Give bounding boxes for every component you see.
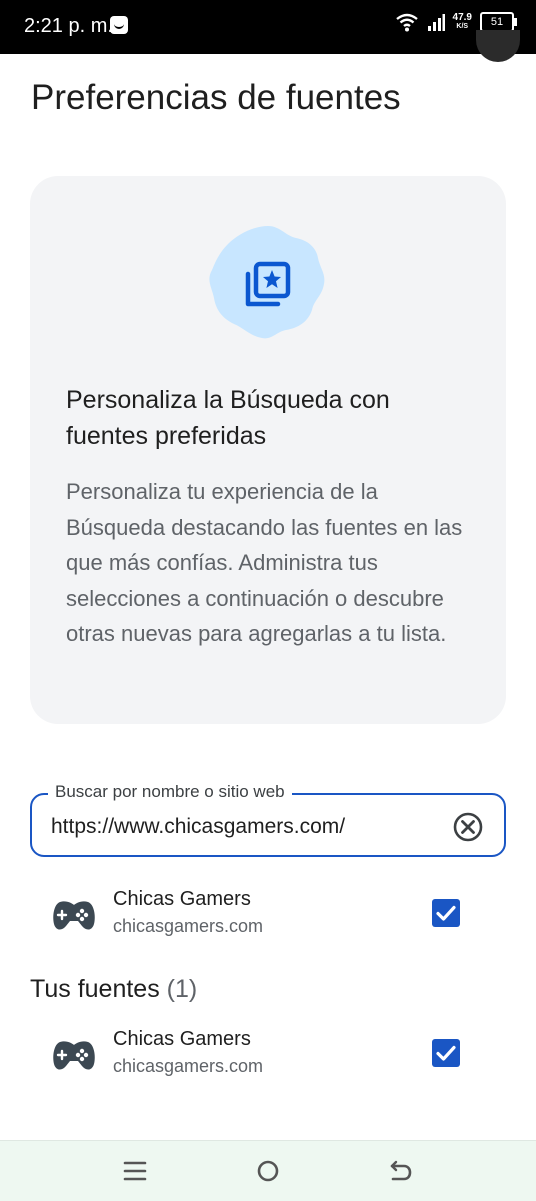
your-source-row[interactable]: Chicas Gamers chicasgamers.com [30,1018,506,1090]
battery-icon: 51 [480,12,517,32]
system-nav-bar [0,1140,536,1201]
source-checkbox[interactable] [432,1039,460,1067]
source-name: Chicas Gamers [113,1028,251,1050]
search-input[interactable]: https://www.chicasgamers.com/ [51,815,345,839]
avatar[interactable] [476,30,520,62]
page-title: Preferencias de fuentes [31,78,401,117]
menu-icon[interactable] [121,1157,149,1185]
source-site: chicasgamers.com [113,916,264,936]
source-checkbox[interactable] [432,899,460,927]
wifi-icon [395,13,418,32]
search-field[interactable]: Buscar por nombre o sitio web https://ww… [30,782,506,857]
star-photos-icon [209,226,325,339]
home-circle-icon[interactable] [254,1157,282,1185]
back-icon[interactable] [387,1157,415,1185]
your-sources-count: (1) [166,975,198,1003]
your-sources-heading: Tus fuentes (1) [30,975,197,1004]
notification-icon [110,16,128,34]
your-sources-title: Tus fuentes [30,975,160,1003]
card-description: Personaliza tu experiencia de la Búsqued… [66,479,463,646]
info-card: Personaliza la Búsqueda con fuentes pref… [30,176,506,724]
status-bar: 2:21 p. m. 47.9 K/S 51 [0,0,536,54]
status-icons: 47.9 K/S 51 [395,12,517,32]
search-result-row[interactable]: Chicas Gamers chicasgamers.com [30,878,506,950]
speed-unit: K/S [456,23,469,30]
card-heading: Personaliza la Búsqueda con fuentes pref… [66,386,390,450]
gamepad-icon [53,901,95,930]
clear-search-icon[interactable] [452,811,484,843]
signal-icon [427,14,445,31]
source-name: Chicas Gamers [113,888,251,910]
network-speed: 47.9 K/S [453,13,472,31]
speed-value: 47.9 [452,12,472,23]
status-time: 2:21 p. m. [24,15,113,37]
source-site: chicasgamers.com [113,1056,264,1076]
search-label: Buscar por nombre o sitio web [48,782,292,802]
gamepad-icon [53,1041,95,1070]
